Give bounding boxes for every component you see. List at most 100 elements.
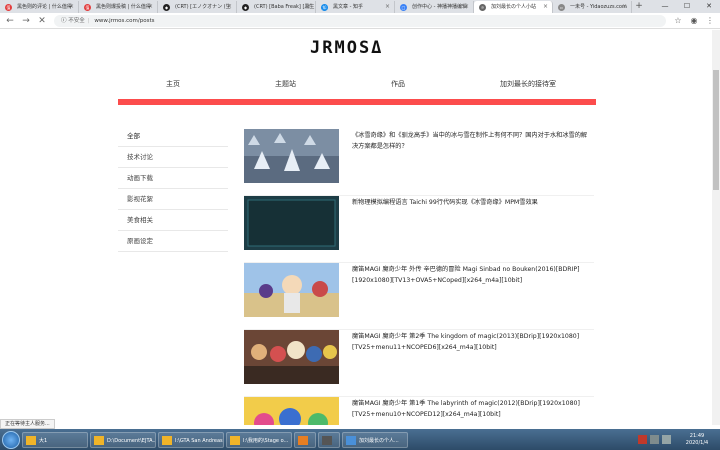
tray-volume-icon[interactable] — [662, 435, 671, 444]
post-thumbnail[interactable] — [244, 397, 339, 425]
post-item: 魔笛MAGI 魔奇少年 外传 辛巴德的冒险 Magi Sinbad no Bou… — [244, 263, 594, 330]
insecure-label: 不安全 — [68, 18, 85, 24]
post-title[interactable]: 魔笛MAGI 魔奇少年 第2季 The kingdom of magic(201… — [352, 332, 590, 353]
taskbar-item[interactable]: I:\GTA San Andreas — [158, 431, 224, 448]
taskbar-item-label: I:\GTA San Andreas — [175, 437, 223, 444]
browser-tab[interactable]: ▫ 一未号 - Yidaozuzs.com × — [553, 1, 632, 13]
tab-label: 黑文章 - 知乎 — [333, 4, 363, 10]
post-item: 新物理模拟编程语言 Taichi 99行代码实现《冰雪奇缘》MPM雪效果 — [244, 196, 594, 263]
taskbar-item-label: D:\Document\EJTA... — [107, 437, 156, 444]
taskbar-app-icon — [346, 435, 356, 445]
close-window-icon[interactable]: ✕ — [698, 0, 720, 12]
post-title[interactable]: 魔笛MAGI 魔奇少年 第1季 The labyrinth of magic(2… — [352, 399, 590, 420]
nav-works[interactable]: 作品 — [391, 79, 405, 89]
nav-accent-bar — [118, 99, 596, 105]
tab-favicon-icon: 值 — [5, 4, 12, 11]
tab-close-icon[interactable]: × — [227, 1, 232, 13]
post-item: 魔笛MAGI 魔奇少年 第1季 The labyrinth of magic(2… — [244, 397, 594, 425]
taskbar-app-icon — [298, 435, 308, 445]
nav-topics[interactable]: 主题站 — [275, 79, 296, 89]
taskbar-item[interactable]: D:\Document\EJTA... — [90, 431, 156, 448]
category-food[interactable]: 美食相关 — [118, 210, 228, 231]
tray-network-icon[interactable] — [650, 435, 659, 444]
tab-label: 黑色则爆投稿 | 什么值得 — [96, 4, 151, 10]
nav-home[interactable]: 主页 — [166, 79, 180, 89]
taskbar-item[interactable]: I:\我用的\Stage o... — [226, 431, 292, 448]
system-tray: 21:49 2020/1/4 — [638, 429, 720, 450]
browser-tab[interactable]: ◆ (CRT) [Baba Freak] [黑生 × — [237, 1, 316, 13]
account-icon[interactable]: ◉ — [688, 15, 700, 27]
browser-tab[interactable]: 知黑文章 - 知乎 × — [316, 1, 395, 13]
taskbar-item[interactable] — [318, 431, 340, 448]
category-sidebar: 全部 技术讨论 动画下载 影视花絮 美食相关 原画设定 — [118, 126, 228, 252]
back-icon[interactable]: ← — [4, 15, 16, 27]
star-icon[interactable]: ☆ — [672, 15, 684, 27]
page-scrollbar[interactable] — [712, 30, 720, 425]
post-thumbnail[interactable] — [244, 263, 339, 317]
new-tab-icon[interactable]: + — [632, 1, 646, 13]
taskbar-app-icon — [162, 435, 172, 445]
tab-close-icon[interactable]: × — [148, 1, 153, 13]
clock-date: 2020/1/4 — [685, 439, 709, 446]
taskbar-item-label: 大1 — [39, 437, 48, 444]
category-all[interactable]: 全部 — [118, 126, 228, 147]
address-toolbar: ← → ✕ ⓘ 不安全 | www.jrmos.com/posts ☆ ◉ ⋮ — [0, 13, 720, 29]
taskbar-app-icon — [26, 435, 36, 445]
system-clock[interactable]: 21:49 2020/1/4 — [674, 433, 720, 447]
tab-favicon-icon: ☼ — [479, 4, 486, 11]
tray-app-icon[interactable] — [638, 435, 647, 444]
category-film-extras[interactable]: 影视花絮 — [118, 189, 228, 210]
taskbar-item[interactable]: 大1 — [22, 431, 88, 448]
taskbar-app-icon — [94, 435, 104, 445]
scrollbar-thumb[interactable] — [713, 70, 719, 190]
browser-tab[interactable]: 值黑色则爆投稿 | 什么值得 × — [79, 1, 158, 13]
page-viewport: JRMOSΔ 主页 主题站 作品 加刘最长的接待室 全部 技术讨论 动画下载 影… — [0, 30, 712, 425]
menu-icon[interactable]: ⋮ — [704, 15, 716, 27]
tab-favicon-icon: ◆ — [242, 4, 249, 11]
tab-favicon-icon: 知 — [321, 4, 328, 11]
nav-reception[interactable]: 加刘最长的接待室 — [500, 79, 556, 89]
start-button[interactable] — [2, 430, 20, 449]
category-tech[interactable]: 技术讨论 — [118, 147, 228, 168]
taskbar-item-label: 加刘最长の个人... — [359, 437, 399, 444]
forward-icon[interactable]: → — [20, 15, 32, 27]
tab-label: 创作中心 - 神播神播编辑 — [412, 4, 467, 10]
taskbar-item[interactable]: 加刘最长の个人... — [342, 431, 408, 448]
browser-tab[interactable]: ☼ 加刘最长の个人小站 × — [474, 1, 553, 13]
info-icon[interactable]: ⓘ — [61, 18, 67, 24]
tab-close-icon[interactable]: × — [69, 1, 74, 13]
category-art-settings[interactable]: 原画设定 — [118, 231, 228, 252]
post-thumbnail[interactable] — [244, 129, 339, 183]
post-list: 《冰雪奇缘》和《驯龙高手》当中的冰与雪在制作上有何不同？国内对于水和冰雪的解决方… — [244, 129, 594, 425]
browser-tabbar: 值黑色则的评论 | 什么值得 × 值黑色则爆投稿 | 什么值得 × ◆ (CRT) [エノ… — [0, 0, 720, 13]
taskbar-app-icon — [322, 435, 332, 445]
post-thumbnail[interactable] — [244, 330, 339, 384]
category-anime-download[interactable]: 动画下载 — [118, 168, 228, 189]
tab-favicon-icon: 值 — [84, 4, 91, 11]
browser-tab[interactable]: ◆ (CRT) [エノクオナン (生 × — [158, 1, 237, 13]
tab-close-icon[interactable]: × — [622, 1, 627, 13]
tab-label: 加刘最长の个人小站 — [491, 4, 537, 10]
browser-tab[interactable]: □ 创作中心 - 神播神播编辑 × — [395, 1, 474, 13]
tab-close-icon[interactable]: × — [464, 1, 469, 13]
clock-time: 21:49 — [689, 432, 705, 439]
tab-label: 一未号 - Yidaozuzs.com — [570, 4, 627, 10]
tab-close-icon[interactable]: × — [543, 1, 548, 13]
minimize-icon[interactable]: — — [654, 0, 676, 12]
site-logo[interactable]: JRMOSΔ — [310, 38, 383, 58]
post-title[interactable]: 魔笛MAGI 魔奇少年 外传 辛巴德的冒险 Magi Sinbad no Bou… — [352, 265, 590, 286]
post-item: 《冰雪奇缘》和《驯龙高手》当中的冰与雪在制作上有何不同？国内对于水和冰雪的解决方… — [244, 129, 594, 196]
tab-close-icon[interactable]: × — [306, 1, 311, 13]
url-bar[interactable]: ⓘ 不安全 | www.jrmos.com/posts — [54, 15, 666, 27]
os-taskbar: 大1 D:\Document\EJTA... I:\GTA San Andreas I… — [0, 429, 720, 450]
taskbar-item-label: I:\我用的\Stage o... — [243, 437, 289, 444]
taskbar-item[interactable] — [294, 431, 316, 448]
taskbar-app-icon — [230, 435, 240, 445]
post-thumbnail[interactable] — [244, 196, 339, 250]
post-title[interactable]: 新物理模拟编程语言 Taichi 99行代码实现《冰雪奇缘》MPM雪效果 — [352, 198, 590, 209]
stop-icon[interactable]: ✕ — [36, 15, 48, 27]
tab-close-icon[interactable]: × — [385, 1, 390, 13]
maximize-icon[interactable]: ☐ — [676, 0, 698, 12]
post-title[interactable]: 《冰雪奇缘》和《驯龙高手》当中的冰与雪在制作上有何不同？国内对于水和冰雪的解决方… — [352, 131, 590, 152]
browser-tab[interactable]: 值黑色则的评论 | 什么值得 × — [0, 1, 79, 13]
